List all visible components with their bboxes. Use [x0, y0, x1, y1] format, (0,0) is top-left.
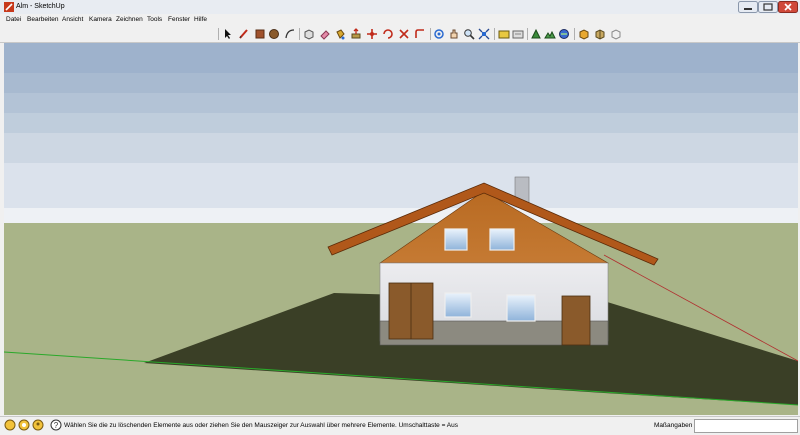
- make-component-icon[interactable]: [303, 28, 315, 40]
- move-icon[interactable]: [366, 28, 378, 40]
- place-model-icon[interactable]: [558, 28, 570, 40]
- scene: [4, 43, 798, 415]
- measurements-label: Maßangaben: [654, 422, 693, 429]
- pencil-icon[interactable]: [238, 28, 250, 40]
- window: [489, 228, 515, 251]
- menu-tools[interactable]: Tools: [147, 16, 162, 23]
- circle-icon[interactable]: [268, 28, 280, 40]
- zoom-extents-icon[interactable]: [478, 28, 490, 40]
- close-icon[interactable]: [778, 1, 798, 13]
- scale-icon[interactable]: [398, 28, 410, 40]
- credits-icon[interactable]: [18, 419, 30, 431]
- toolbar: [0, 26, 800, 43]
- window: [444, 292, 472, 318]
- eraser-icon[interactable]: [319, 28, 331, 40]
- minimize-icon[interactable]: [738, 1, 758, 13]
- toolbar-separator: [574, 28, 575, 40]
- pan-icon[interactable]: [448, 28, 460, 40]
- status-bar: ? Wählen Sie die zu löschenden Elemente …: [0, 416, 800, 435]
- offset-icon[interactable]: [414, 28, 426, 40]
- geo-location-icon[interactable]: [4, 419, 16, 431]
- sketchup-icon: [4, 2, 14, 12]
- get-current-view-icon[interactable]: [578, 28, 590, 40]
- menu-ansicht[interactable]: Ansicht: [62, 16, 83, 23]
- select-icon[interactable]: [222, 28, 234, 40]
- toolbar-separator: [299, 28, 300, 40]
- menu-zeichnen[interactable]: Zeichnen: [116, 16, 143, 23]
- help-icon[interactable]: ?: [50, 419, 62, 431]
- window: [444, 228, 468, 251]
- toolbar-separator: [494, 28, 495, 40]
- menu-datei[interactable]: Datei: [6, 16, 21, 23]
- toolbar-separator: [218, 28, 219, 40]
- menu-kamera[interactable]: Kamera: [89, 16, 112, 23]
- user-icon[interactable]: [32, 419, 44, 431]
- measurements-input[interactable]: [694, 419, 798, 433]
- paint-bucket-icon[interactable]: [334, 28, 346, 40]
- get-models-icon[interactable]: [498, 28, 510, 40]
- google-earth-icon[interactable]: [530, 28, 542, 40]
- zoom-icon[interactable]: [463, 28, 475, 40]
- toolbar-separator: [527, 28, 528, 40]
- window: [506, 294, 536, 322]
- orbit-icon[interactable]: [433, 28, 445, 40]
- component-icon[interactable]: [594, 28, 606, 40]
- rotate-icon[interactable]: [382, 28, 394, 40]
- svg-text:?: ?: [54, 421, 59, 430]
- menu-bar: Datei Bearbeiten Ansicht Kamera Zeichnen…: [0, 14, 800, 26]
- door: [561, 295, 591, 346]
- share-model-icon[interactable]: [512, 28, 524, 40]
- 3d-warehouse-icon[interactable]: [610, 28, 622, 40]
- 3d-viewport[interactable]: [4, 43, 798, 415]
- push-pull-icon[interactable]: [350, 28, 362, 40]
- menu-hilfe[interactable]: Hilfe: [194, 16, 207, 23]
- maximize-icon[interactable]: [758, 1, 778, 13]
- menu-bearbeiten[interactable]: Bearbeiten: [27, 16, 58, 23]
- menu-fenster[interactable]: Fenster: [168, 16, 190, 23]
- title-bar: Alm - SketchUp: [0, 0, 800, 14]
- toolbar-separator: [430, 28, 431, 40]
- arc-icon[interactable]: [284, 28, 296, 40]
- window-title: Alm - SketchUp: [16, 3, 65, 10]
- toggle-terrain-icon[interactable]: [544, 28, 556, 40]
- status-hint: Wählen Sie die zu löschenden Elemente au…: [64, 422, 459, 429]
- rectangle-icon[interactable]: [254, 28, 266, 40]
